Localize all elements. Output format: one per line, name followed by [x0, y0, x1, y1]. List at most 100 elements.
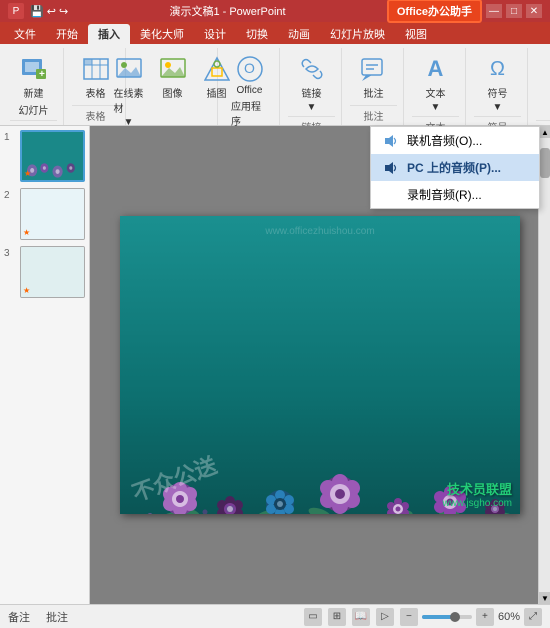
jsgho-label: 技术员联盟 [443, 479, 512, 498]
slide-img-3[interactable]: ★ [20, 246, 85, 298]
online-audio-icon [383, 133, 399, 149]
slide-img-2[interactable]: ★ [20, 188, 85, 240]
status-right: ▭ ⊞ 📖 ▷ − + 60% ⤢ [304, 608, 542, 626]
ribbon-group-slide-content: + 新建 幻灯片 [14, 48, 54, 120]
tab-beautify[interactable]: 美化大师 [130, 24, 194, 44]
ribbon-group-images-content: 在线素材 ▼ 图像 [109, 48, 237, 131]
text-icon: A [422, 55, 450, 83]
zoom-slider[interactable] [422, 615, 472, 619]
tab-design[interactable]: 设计 [194, 24, 236, 44]
slideshow-icon[interactable]: ▷ [376, 608, 394, 626]
text-label: 文本 [426, 85, 446, 100]
new-slide-button[interactable]: + 新建 幻灯片 [14, 52, 54, 120]
image-icon [159, 55, 187, 83]
tab-insert[interactable]: 插入 [88, 24, 130, 44]
office-assistant-badge[interactable]: Office办公助手 [387, 0, 482, 23]
title-bar-left: P 💾 ↩ ↪ [8, 3, 68, 19]
pc-audio-label: PC 上的音频(P)... [407, 159, 501, 176]
office-apps-label: Office [237, 85, 263, 96]
svg-text:O: O [244, 60, 255, 76]
link-icon [298, 55, 326, 83]
scroll-down-button[interactable]: ▼ [539, 592, 550, 604]
new-slide-label: 新建 [24, 85, 44, 100]
text-button[interactable]: A 文本 ▼ [416, 52, 456, 116]
slide-star-2: ★ [23, 228, 30, 237]
slide-img-1[interactable]: ★ [20, 130, 85, 182]
ribbon-tabs: 文件 开始 插入 美化大师 设计 切换 动画 幻灯片放映 视图 [0, 22, 550, 44]
online-material-label: 在线素材 [114, 85, 144, 115]
bottom-watermarks: 技术员联盟 www.jsgho.com [443, 479, 512, 509]
ribbon: + 新建 幻灯片 幻灯片 [0, 44, 550, 126]
minimize-button[interactable]: — [486, 4, 502, 18]
record-audio-item[interactable]: 录制音频(R)... [371, 181, 539, 208]
zoom-in-icon[interactable]: + [476, 608, 494, 626]
symbol-button[interactable]: Ω 符号 ▼ [478, 52, 518, 116]
link-arrow: ▼ [307, 102, 317, 113]
slide-thumb-1[interactable]: 1 ★ [4, 130, 85, 182]
new-slide-icon: + [20, 55, 48, 83]
comments-label: 批注 [364, 85, 384, 100]
status-left: 备注 批注 [8, 609, 68, 625]
scroll-up-button[interactable]: ▲ [539, 126, 550, 138]
slide-thumb-3[interactable]: 3 ★ [4, 246, 85, 298]
view-normal-icon[interactable]: ▭ [304, 608, 322, 626]
office-apps-icon: O [236, 55, 264, 83]
ribbon-group-comments-content: 批注 [354, 48, 394, 105]
text-arrow: ▼ [431, 102, 441, 113]
tab-transition[interactable]: 切换 [236, 24, 278, 44]
view-reading-icon[interactable]: 📖 [352, 608, 370, 626]
ribbon-group-symbol: Ω 符号 ▼ 符号 [468, 48, 528, 125]
audio-dropdown-menu: 联机音频(O)... PC 上的音频(P)... 录制音频(R)... [370, 126, 540, 209]
scroll-thumb[interactable] [540, 148, 550, 178]
symbol-label: 符号 [488, 85, 508, 100]
slide-num-3: 3 [4, 246, 16, 259]
tab-view[interactable]: 视图 [395, 24, 437, 44]
symbol-arrow: ▼ [493, 102, 503, 113]
link-label: 链接 [302, 85, 322, 100]
jsgho-url: www.jsgho.com [443, 498, 512, 509]
pc-audio-item[interactable]: PC 上的音频(P)... [371, 154, 539, 181]
office-apps-label2: 应用程序 [231, 98, 268, 128]
view-slide-sorter-icon[interactable]: ⊞ [328, 608, 346, 626]
slide-thumb-2[interactable]: 2 ★ [4, 188, 85, 240]
ribbon-group-link-content: 链接 ▼ [292, 48, 332, 116]
slide-panel: 1 ★ [0, 126, 90, 604]
online-material-icon [115, 55, 143, 83]
tab-animation[interactable]: 动画 [278, 24, 320, 44]
notes-button[interactable]: 备注 [8, 609, 30, 625]
comments-icon [360, 55, 388, 83]
slide-bg-3 [21, 247, 84, 297]
slide-num-1: 1 [4, 130, 16, 143]
new-slide-label2: 幻灯片 [19, 102, 49, 117]
title-bar-title: 演示文稿1 - PowerPoint [68, 3, 387, 19]
tab-slideshow[interactable]: 幻灯片放映 [320, 24, 395, 44]
slide-num-2: 2 [4, 188, 16, 201]
online-material-button[interactable]: 在线素材 ▼ [109, 52, 149, 131]
comments-status-button[interactable]: 批注 [46, 609, 68, 625]
zoom-out-icon[interactable]: − [400, 608, 418, 626]
table-icon [82, 55, 110, 83]
tab-home[interactable]: 开始 [46, 24, 88, 44]
online-audio-item[interactable]: 联机音频(O)... [371, 127, 539, 154]
slide-canvas[interactable]: www.officezhuishou.com [120, 216, 520, 514]
comments-button[interactable]: 批注 [354, 52, 394, 103]
close-button[interactable]: ✕ [526, 4, 542, 18]
powerpoint-icon: P [8, 3, 24, 19]
symbol-icon: Ω [484, 55, 512, 83]
pc-audio-icon [383, 160, 399, 176]
title-bar: P 💾 ↩ ↪ 演示文稿1 - PowerPoint Office办公助手 — … [0, 0, 550, 22]
ribbon-group-media: 媒体 ▼ 视频 ▼ [530, 48, 550, 125]
record-audio-icon [383, 187, 399, 203]
tab-file[interactable]: 文件 [4, 24, 46, 44]
fit-slide-icon[interactable]: ⤢ [524, 608, 542, 626]
zoom-thumb[interactable] [450, 612, 460, 622]
table-label: 表格 [86, 85, 106, 100]
maximize-button[interactable]: □ [506, 4, 522, 18]
svg-text:+: + [39, 69, 45, 80]
scroll-track[interactable] [539, 138, 550, 592]
image-button[interactable]: 图像 [153, 52, 193, 103]
online-audio-label: 联机音频(O)... [407, 132, 482, 149]
ribbon-group-comments: 批注 批注 [344, 48, 404, 125]
zoom-fill [422, 615, 452, 619]
link-button[interactable]: 链接 ▼ [292, 52, 332, 116]
